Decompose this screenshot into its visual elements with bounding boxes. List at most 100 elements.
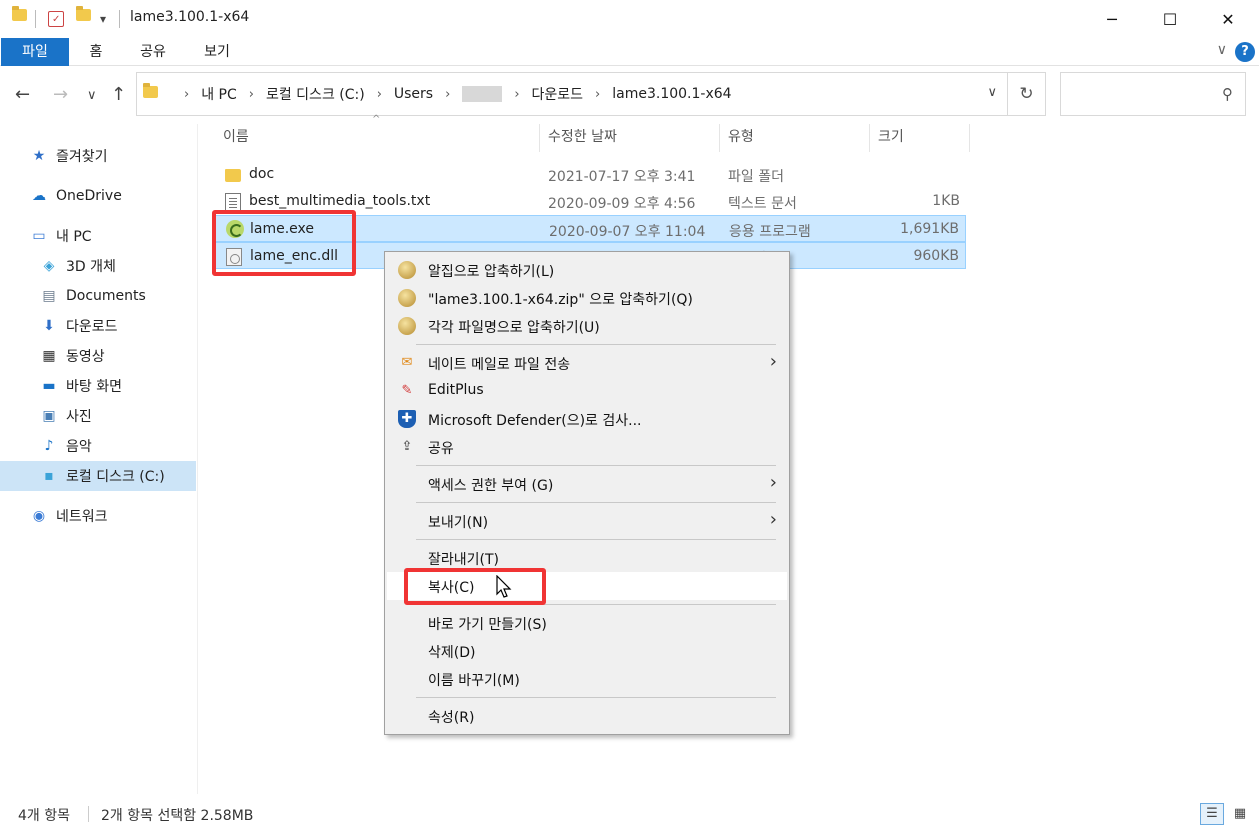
menu-separator	[416, 539, 776, 540]
file-row[interactable]: doc 2021-07-17 오후 3:41 파일 폴더	[215, 161, 966, 188]
context-menu-label: 보내기(N)	[428, 515, 489, 531]
column-header-date[interactable]: 수정한 날짜	[540, 124, 720, 152]
forward-button[interactable]: →	[53, 84, 68, 105]
column-header-name[interactable]: 이름	[215, 124, 540, 152]
address-dropdown-icon[interactable]: ∨	[987, 85, 997, 100]
breadcrumb-users[interactable]: Users	[394, 86, 433, 102]
breadcrumb-redacted-user[interactable]	[462, 86, 503, 102]
tab-share[interactable]: 공유	[132, 38, 174, 66]
customize-quick-access-icon[interactable]: ▾	[100, 12, 106, 26]
sidebar-item[interactable]: ♪ 음악	[0, 431, 196, 461]
folder-icon	[12, 6, 27, 21]
sidebar-item-label: 음악	[66, 439, 92, 455]
file-date: 2020-09-09 오후 4:56	[548, 196, 696, 212]
file-name: best_multimedia_tools.txt	[249, 193, 431, 209]
sidebar-item-label: 바탕 화면	[66, 379, 122, 395]
back-button[interactable]: ←	[15, 84, 30, 105]
context-menu-item[interactable]: 액세스 권한 부여 (G) ›	[387, 470, 787, 498]
context-menu-item[interactable]: 속성(R)	[387, 702, 787, 730]
column-header-size[interactable]: 크기	[870, 124, 970, 152]
search-input[interactable]	[1067, 85, 1207, 100]
alzip-icon	[398, 317, 416, 335]
breadcrumb-local-disk[interactable]: 로컬 디스크 (C:)	[266, 84, 365, 104]
sidebar-item-label: 즐겨찾기	[56, 149, 108, 165]
sidebar-item-label: 내 PC	[56, 229, 92, 245]
sidebar-item-label: 사진	[66, 409, 92, 425]
sidebar-item[interactable]: ★ 즐겨찾기	[0, 141, 196, 171]
mouse-cursor-icon	[496, 575, 512, 598]
sidebar-item[interactable]: ▭ 내 PC	[0, 221, 196, 251]
context-menu-item[interactable]: ✉ 네이트 메일로 파일 전송 ›	[387, 349, 787, 377]
recent-locations-button[interactable]: ∨	[87, 88, 97, 103]
breadcrumb-my-pc[interactable]: 내 PC	[201, 84, 237, 104]
picture-icon: ▣	[42, 408, 56, 424]
context-menu-item[interactable]: 이름 바꾸기(M)	[387, 665, 787, 693]
large-icons-view-icon[interactable]: ▦	[1228, 803, 1252, 825]
properties-icon[interactable]: ✓	[48, 11, 64, 27]
context-menu-label: EditPlus	[428, 382, 484, 398]
highlight-selected-files	[212, 210, 356, 276]
context-menu-item[interactable]: "lame3.100.1-x64.zip" 으로 압축하기(Q)	[387, 284, 787, 312]
file-size: 1KB	[932, 193, 960, 209]
new-folder-icon[interactable]	[76, 6, 91, 21]
breadcrumb-current-folder[interactable]: lame3.100.1-x64	[612, 86, 731, 102]
sidebar-item[interactable]: ⬇ 다운로드	[0, 311, 196, 341]
sidebar-item[interactable]: ◉ 네트워크	[0, 501, 196, 531]
tab-home[interactable]: 홈	[80, 38, 112, 66]
context-menu-label: 속성(R)	[428, 710, 475, 726]
menu-separator	[416, 502, 776, 503]
context-menu-label: 알집으로 압축하기(L)	[428, 264, 555, 280]
search-box[interactable]: ⚲	[1060, 72, 1246, 116]
context-menu-label: 공유	[428, 441, 454, 457]
help-icon[interactable]: ?	[1235, 42, 1255, 62]
up-button[interactable]: ↑	[111, 84, 126, 105]
context-menu-item[interactable]: 알집으로 압축하기(L)	[387, 256, 787, 284]
context-menu-item[interactable]: 보내기(N) ›	[387, 507, 787, 535]
folder-icon	[225, 169, 241, 182]
navigation-pane: ★ 즐겨찾기 ☁ OneDrive ▭ 내 PC ◈ 3D 개체 ▤ Documents ⬇ 다운로드…	[0, 124, 198, 794]
context-menu-item[interactable]: ⇪ 공유	[387, 433, 787, 461]
submenu-arrow-icon: ›	[769, 351, 777, 372]
folder-icon	[143, 83, 170, 102]
sidebar-item[interactable]: ▤ Documents	[0, 281, 196, 311]
context-menu-item[interactable]: 바로 가기 만들기(S)	[387, 609, 787, 637]
breadcrumb-downloads[interactable]: 다운로드	[532, 84, 584, 104]
context-menu-item[interactable]: 각각 파일명으로 압축하기(U)	[387, 312, 787, 340]
file-size: 1,691KB	[900, 221, 959, 237]
cube-icon: ◈	[43, 258, 55, 274]
context-menu-label: 바로 가기 만들기(S)	[428, 617, 547, 633]
star-icon: ★	[32, 148, 46, 164]
download-icon: ⬇	[43, 318, 55, 334]
context-menu-item[interactable]: 삭제(D)	[387, 637, 787, 665]
tab-view[interactable]: 보기	[196, 38, 238, 66]
sidebar-item-label: 다운로드	[66, 319, 118, 335]
editplus-icon: ✎	[401, 383, 413, 398]
sidebar-item[interactable]: ▣ 사진	[0, 401, 196, 431]
context-menu-label: 잘라내기(T)	[428, 552, 499, 568]
column-header-type[interactable]: 유형	[720, 124, 870, 152]
sidebar-item[interactable]: ☁ OneDrive	[0, 181, 196, 211]
file-size: 960KB	[913, 248, 959, 264]
refresh-button[interactable]: ↻	[1008, 72, 1046, 116]
sidebar-item-label: 3D 개체	[66, 259, 116, 275]
file-type: 텍스트 문서	[728, 196, 797, 212]
maximize-button[interactable]: ☐	[1141, 0, 1199, 38]
minimize-button[interactable]: ─	[1083, 0, 1141, 38]
sidebar-item-label: Documents	[66, 288, 146, 304]
context-menu-item[interactable]: ✎ EditPlus	[387, 377, 787, 405]
desktop-icon: ▬	[42, 378, 56, 394]
sidebar-item[interactable]: ▬ 바탕 화면	[0, 371, 196, 401]
sidebar-item[interactable]: ▦ 동영상	[0, 341, 196, 371]
context-menu-item[interactable]: ✚ Microsoft Defender(으)로 검사...	[387, 405, 787, 433]
status-bar: 4개 항목 2개 항목 선택함 2.58MB ☰ ▦	[0, 800, 1259, 829]
details-view-icon[interactable]: ☰	[1200, 803, 1224, 825]
file-type: 파일 폴더	[728, 169, 784, 185]
sidebar-item[interactable]: ▪ 로컬 디스크 (C:)	[0, 461, 196, 491]
close-button[interactable]: ✕	[1199, 0, 1257, 38]
expand-ribbon-icon[interactable]: ∨	[1217, 42, 1227, 58]
sidebar-item-label: 동영상	[66, 349, 105, 365]
sidebar-item[interactable]: ◈ 3D 개체	[0, 251, 196, 281]
tab-file[interactable]: 파일	[1, 38, 69, 66]
address-bar[interactable]: › 내 PC › 로컬 디스크 (C:) › Users › › 다운로드 › …	[136, 72, 1008, 116]
submenu-arrow-icon: ›	[769, 472, 777, 493]
